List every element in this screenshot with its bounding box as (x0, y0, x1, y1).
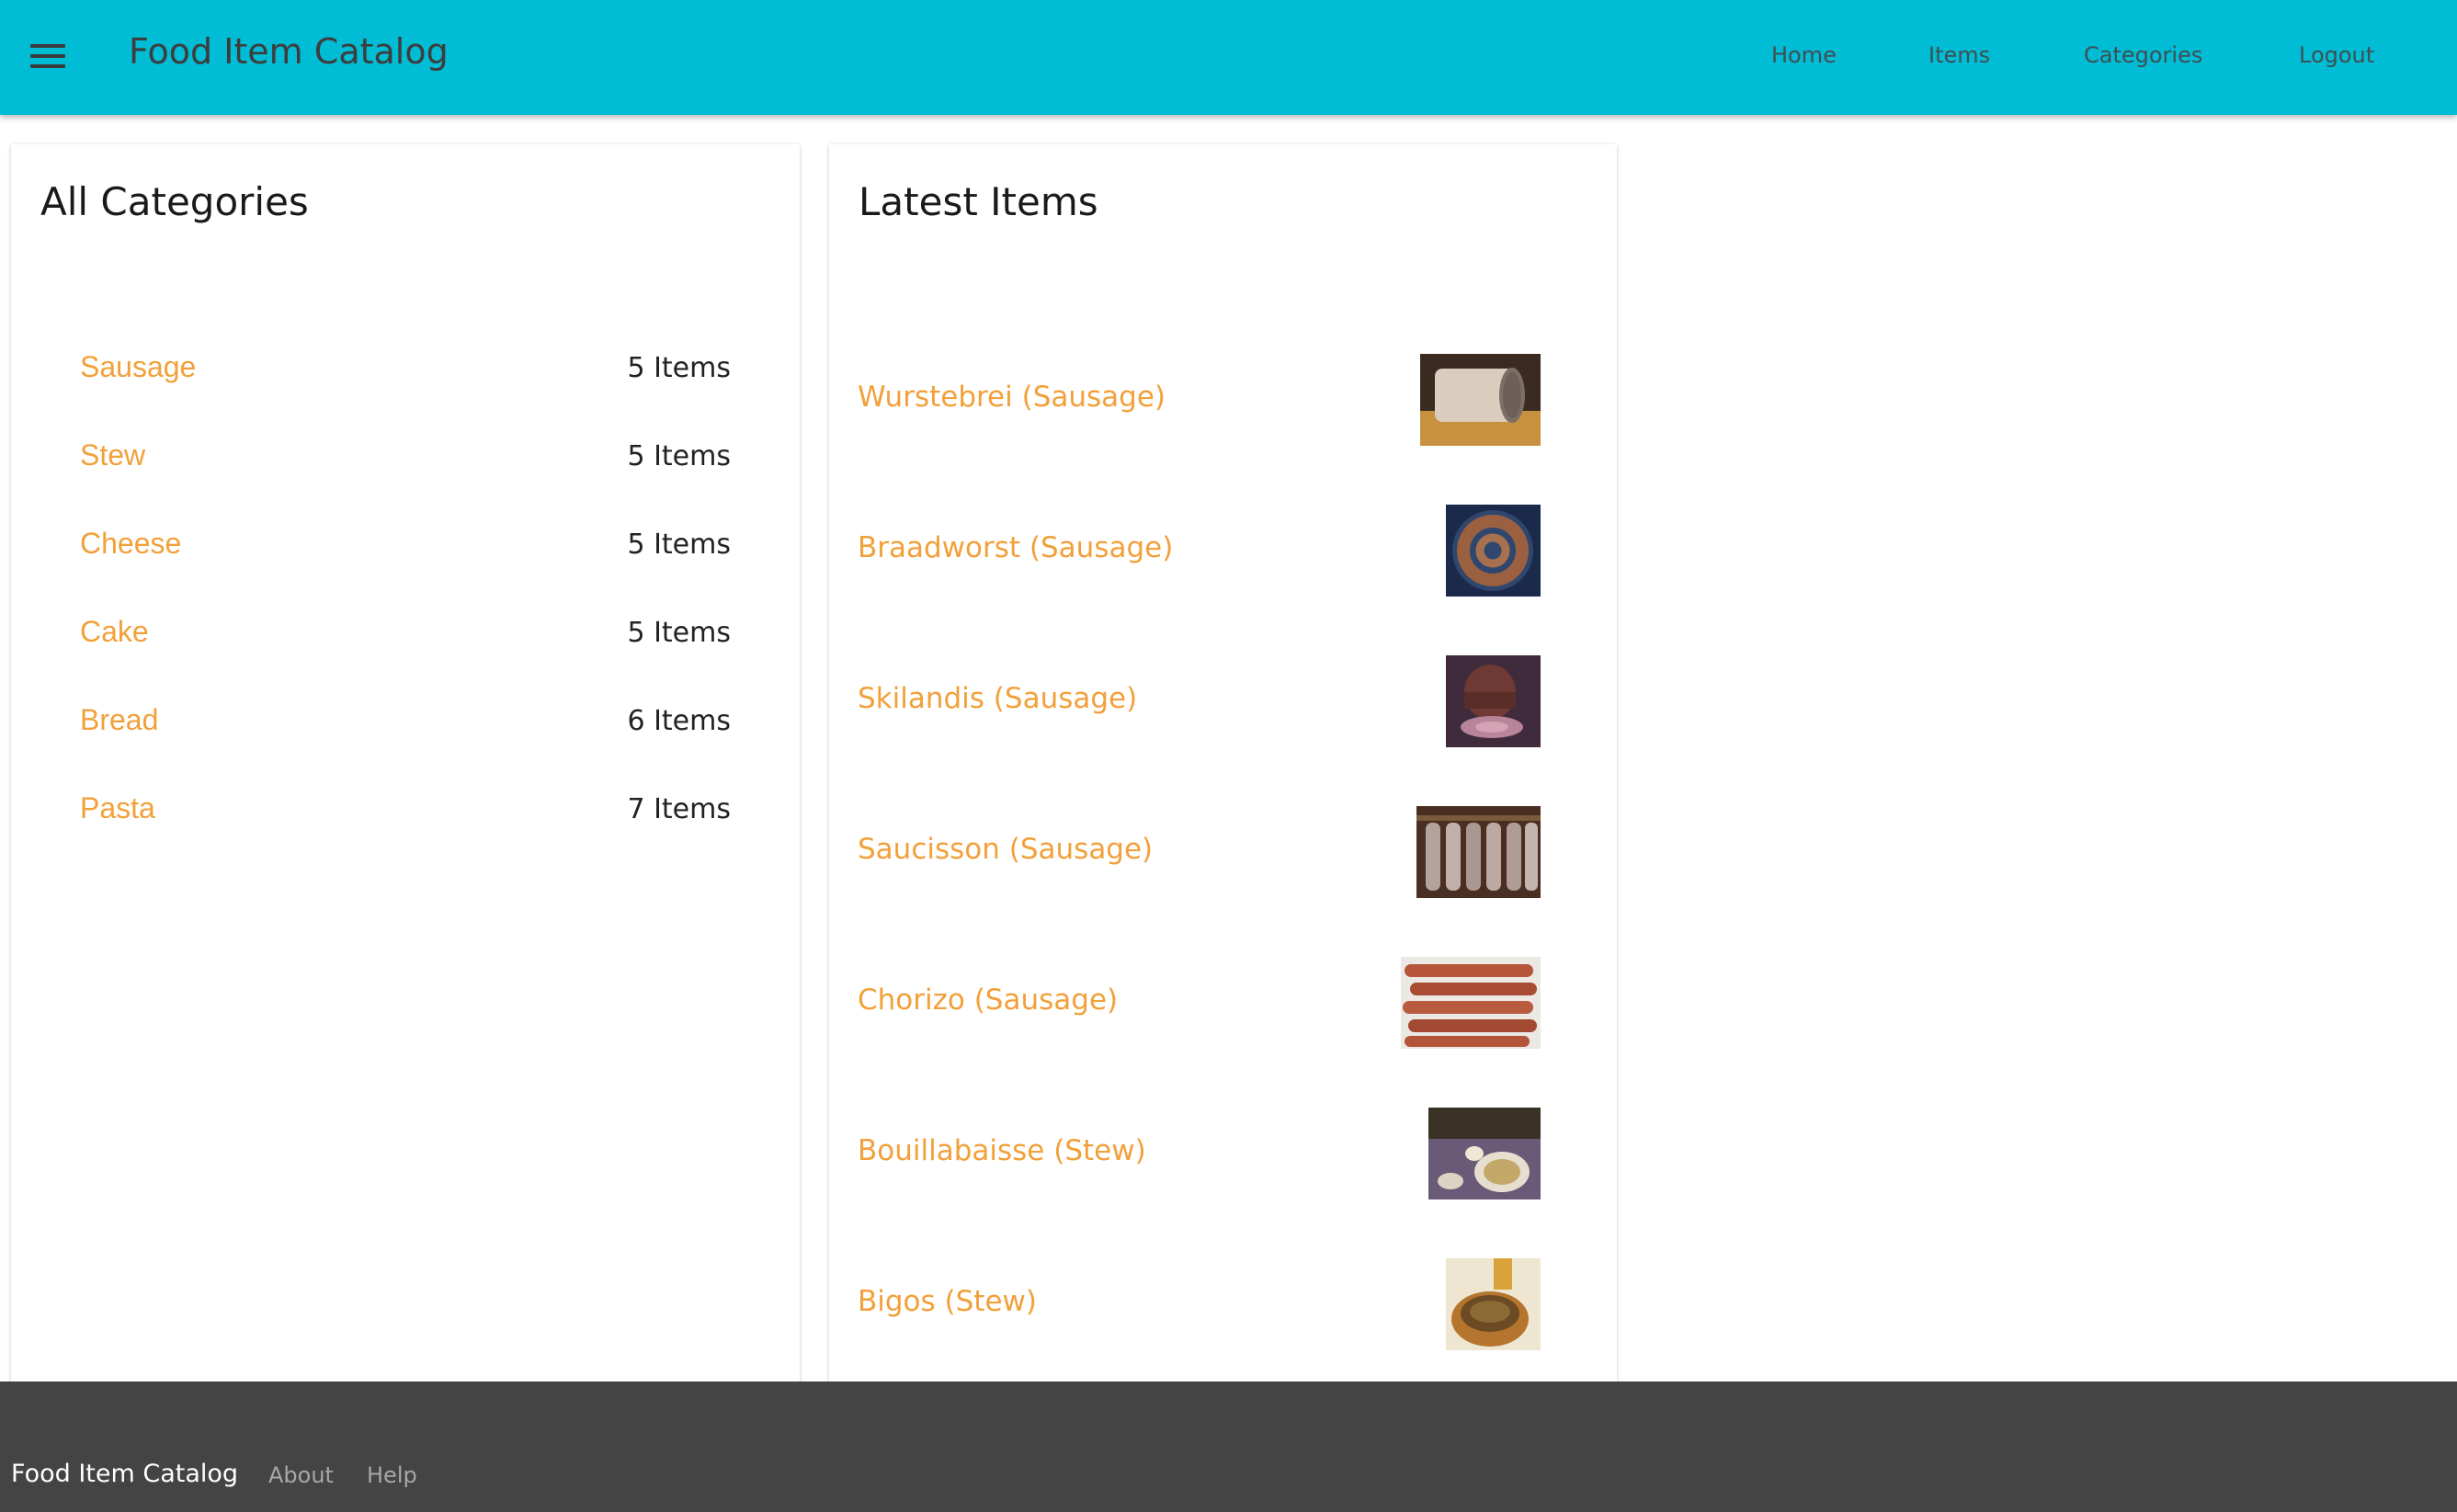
category-count: 5 Items (627, 352, 731, 384)
categories-card-title: All Categories (40, 179, 309, 224)
category-count: 6 Items (627, 705, 731, 737)
category-link[interactable]: Pasta (80, 791, 155, 825)
menu-icon[interactable] (30, 44, 65, 68)
category-count: 5 Items (627, 529, 731, 561)
latest-item-link[interactable]: Saucisson (Sausage) (858, 833, 1153, 866)
latest-item-link[interactable]: Wurstebrei (Sausage) (858, 381, 1166, 414)
item-thumbnail[interactable] (1416, 806, 1541, 898)
item-thumbnail[interactable] (1446, 505, 1541, 597)
category-link[interactable]: Cheese (80, 527, 181, 561)
top-app-bar: Food Item Catalog Home Items Categories … (0, 0, 2457, 115)
footer-about-link[interactable]: About (268, 1462, 334, 1488)
item-thumbnail[interactable] (1420, 354, 1541, 446)
footer-title[interactable]: Food Item Catalog (11, 1460, 238, 1488)
latest-item-link[interactable]: Braadworst (Sausage) (858, 531, 1173, 564)
nav-categories[interactable]: Categories (2084, 42, 2202, 68)
item-thumbnail[interactable] (1428, 1108, 1541, 1199)
categories-card: All Categories Sausage 5 Items Stew 5 It… (11, 144, 800, 1381)
category-link[interactable]: Stew (80, 438, 145, 472)
item-thumbnail[interactable] (1446, 1258, 1541, 1350)
category-link[interactable]: Cake (80, 615, 149, 649)
category-count: 7 Items (627, 793, 731, 825)
latest-item-link[interactable]: Bouillabaisse (Stew) (858, 1134, 1146, 1167)
item-thumbnail[interactable] (1401, 957, 1541, 1049)
latest-items-card: Latest Items Wurstebrei (Sausage) Braadw… (829, 144, 1617, 1381)
latest-item-link[interactable]: Chorizo (Sausage) (858, 983, 1118, 1017)
nav-home[interactable]: Home (1771, 42, 1837, 68)
category-count: 5 Items (627, 617, 731, 649)
category-link[interactable]: Bread (80, 703, 158, 737)
footer: Food Item Catalog About Help (0, 1381, 2457, 1512)
app-title: Food Item Catalog (129, 31, 449, 72)
nav-items[interactable]: Items (1928, 42, 1990, 68)
latest-items-card-title: Latest Items (859, 179, 1098, 224)
item-thumbnail[interactable] (1446, 655, 1541, 747)
nav-logout[interactable]: Logout (2299, 42, 2374, 68)
category-link[interactable]: Sausage (80, 350, 196, 384)
category-count: 5 Items (627, 440, 731, 472)
footer-help-link[interactable]: Help (367, 1462, 417, 1488)
latest-item-link[interactable]: Bigos (Stew) (858, 1285, 1037, 1318)
latest-item-link[interactable]: Skilandis (Sausage) (858, 682, 1137, 715)
